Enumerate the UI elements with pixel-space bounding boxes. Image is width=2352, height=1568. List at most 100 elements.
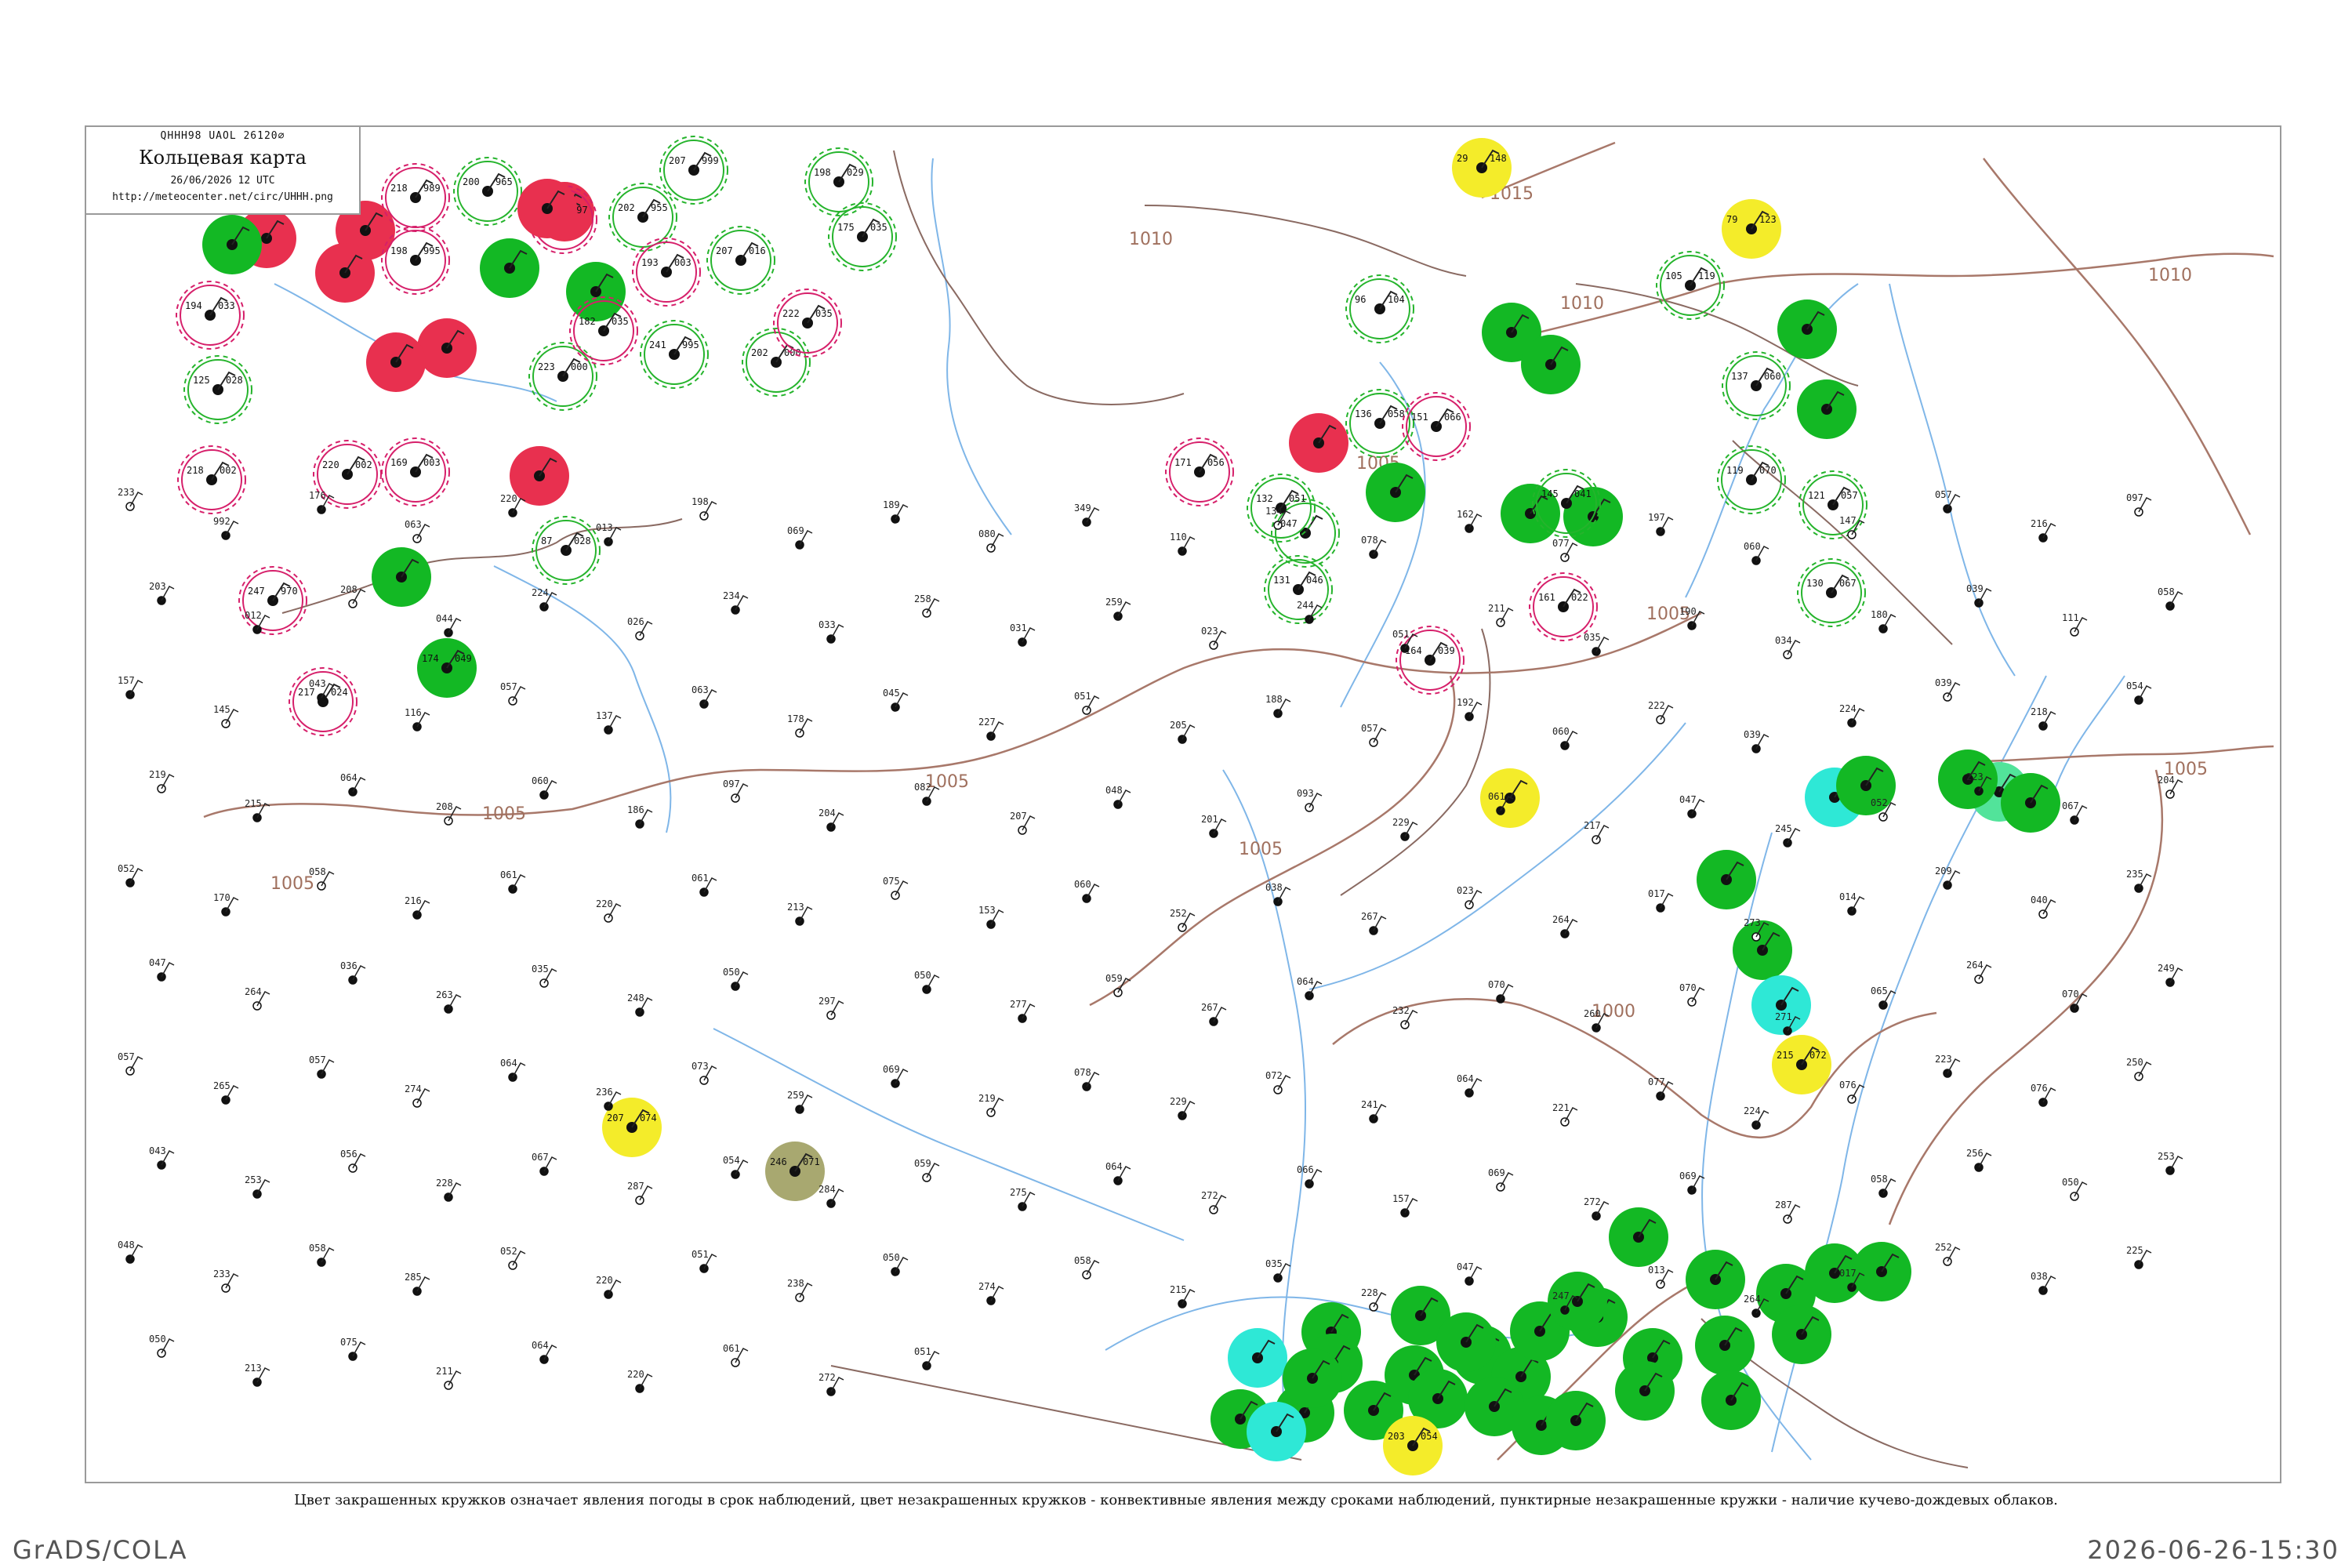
station-value: 047 [1679,794,1697,805]
station-value: 051 [1392,629,1410,640]
station-value: 061 [691,873,709,884]
border [1144,205,1467,277]
station-value: 077 [1552,538,1570,549]
station-value: 060 [1552,726,1570,737]
station-marker [1247,1402,1306,1461]
station-value: 054 [2126,681,2143,691]
station-value: 201 [1201,814,1218,825]
station-marker: 131 046 [1264,555,1333,624]
station-value: 277 [1010,999,1027,1010]
station-marker: 198 029 [804,147,873,216]
station-value: 058 [1871,1174,1888,1185]
station-value: 035 [532,964,549,975]
station-value: 235 [2126,869,2143,880]
station-value: 035 [1584,632,1601,643]
station-value: 256 [1966,1148,1984,1159]
station-pressure: 000 [571,361,588,372]
station-marker [1546,1391,1606,1450]
station-value: 274 [978,1281,996,1292]
station-value: 134 [1265,506,1283,517]
isobar-label: 1005 [1239,840,1283,859]
station-value: 204 [818,808,836,818]
station-value: 170 [213,892,230,903]
station-marker: 218 002 [177,445,246,514]
render-timestamp: 2026-06-26-15:30 [2087,1535,2339,1565]
station-value: 093 [1297,788,1314,799]
station-marker [1797,379,1857,439]
station-value: 035 [1265,1258,1283,1269]
station-marker: 198 995 [381,226,450,295]
station-marker: 136 058 [1345,389,1414,458]
station-marker: 203 054 [1383,1416,1443,1475]
station-value: 162 [1457,509,1474,520]
station-value: 223 [1935,1054,1952,1065]
station-value: 038 [1265,882,1283,893]
weather-map: 1015 1010 1010 1010 1005 1005 1005 1005 … [85,125,2281,1483]
station-pressure: 041 [1574,488,1592,499]
station-value: 040 [2031,895,2048,906]
station-marker [1609,1207,1668,1267]
station-value: 224 [532,587,549,598]
station-marker: 137 060 [1722,351,1791,420]
station-value: 227 [978,717,996,728]
station-marker [1615,1361,1675,1421]
station-value: 264 [1744,1294,1761,1305]
station-value: 220 [596,1275,613,1286]
station-pressure: 016 [749,245,766,256]
station-value: 051 [1074,691,1091,702]
station-value: 012 [245,610,262,621]
station-value: 075 [883,876,900,887]
station-temperature: 194 [185,300,202,311]
station-marker: 87 028 [532,516,601,585]
station-value: 222 [1648,700,1665,711]
station-temperature: 246 [770,1156,787,1167]
station-value: 992 [213,516,230,527]
station-value: 219 [149,769,166,780]
station-value: 058 [1074,1255,1091,1266]
station-value: 209 [1935,866,1952,877]
river [1308,722,1686,990]
station-value: 186 [627,804,644,815]
station-marker: 207 999 [659,136,728,205]
station-value: 267 [1201,1002,1218,1013]
station-marker [1436,1312,1496,1372]
isobar-label: 1010 [2148,266,2192,285]
station-temperature: 174 [422,653,439,664]
station-value: 260 [1584,1008,1601,1019]
station-marker [517,179,577,238]
station-temperature: 79 [1726,214,1737,225]
station-value: 208 [436,801,453,812]
station-value: 058 [309,1243,326,1254]
station-value: 211 [436,1366,453,1377]
station-marker [1289,413,1348,473]
station-marker: 96 104 [1345,274,1414,343]
station-value: 145 [213,704,230,715]
station-value: 061 [500,869,517,880]
station-temperature: 215 [1777,1050,1794,1061]
station-marker [1777,299,1837,359]
station-pressure: 965 [495,176,513,187]
border [1340,628,1491,896]
station-value: 039 [1935,677,1952,688]
station-value: 228 [1361,1287,1378,1298]
station-value: 229 [1170,1096,1187,1107]
station-marker [510,446,569,506]
station-value: 225 [2126,1245,2143,1256]
station-value: 056 [340,1149,358,1160]
station-temperature: 247 [248,586,265,597]
station-value: 052 [500,1246,517,1257]
station-pressure: 119 [1698,270,1715,281]
station-value: 057 [500,681,517,692]
station-value: 217 [1584,820,1601,831]
station-pressure: 060 [1764,371,1781,382]
station-value: 273 [1744,917,1761,928]
map-canvas: 1015 1010 1010 1010 1005 1005 1005 1005 … [118,136,2274,1475]
station-value: 080 [978,528,996,539]
border [281,518,683,614]
station-marker [1695,1316,1755,1375]
station-value: 014 [1839,891,1857,902]
station-temperature: 222 [782,308,800,319]
station-marker [1701,1370,1761,1430]
station-value: 069 [883,1064,900,1075]
station-value: 349 [1074,503,1091,514]
